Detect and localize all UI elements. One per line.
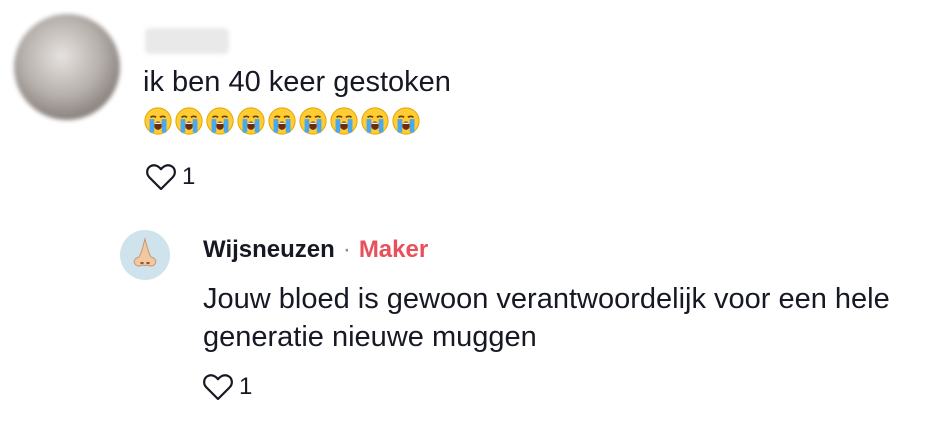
comment-like-count: 1 [182,163,196,190]
loudly-crying-face-icon [144,107,172,135]
loudly-crying-face-icon [299,107,327,135]
reply-like-count: 1 [239,373,253,400]
loudly-crying-face-icon [392,107,420,135]
comment-emoji-row [143,106,421,136]
reply-header: Wijsneuzen · Maker [203,235,428,265]
loudly-crying-face-icon [206,107,234,135]
heart-icon[interactable] [202,372,234,402]
creator-badge: Maker [358,236,429,263]
loudly-crying-face-icon [268,107,296,135]
commenter-avatar[interactable] [14,14,120,120]
loudly-crying-face-icon [237,107,265,135]
reply-like-row: 1 [202,372,252,402]
comment-text: ik ben 40 keer gestoken [143,66,451,98]
nose-icon [133,237,157,267]
loudly-crying-face-icon [330,107,358,135]
commenter-username-blurred[interactable]: username [145,28,229,54]
reply-username[interactable]: Wijsneuzen [203,236,335,263]
reply-separator: · [342,236,351,263]
reply-text: Jouw bloed is gewoon verantwoordelijk vo… [203,283,890,353]
loudly-crying-face-icon [175,107,203,135]
loudly-crying-face-icon [361,107,389,135]
reply-avatar[interactable] [120,230,170,280]
heart-icon[interactable] [145,162,177,192]
comment-like-row: 1 [145,162,195,192]
